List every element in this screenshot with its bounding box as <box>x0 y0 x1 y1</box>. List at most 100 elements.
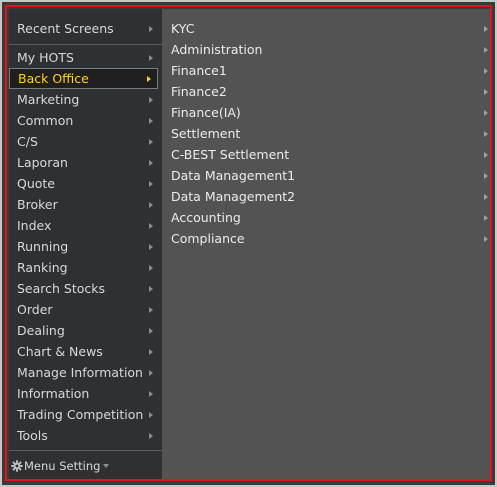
submenu-item-label: C-BEST Settlement <box>171 147 290 162</box>
sidebar-item-label: My HOTS <box>17 50 74 65</box>
submenu-item-label: Data Management2 <box>171 189 296 204</box>
gear-icon <box>11 460 23 472</box>
chevron-right-icon <box>149 243 153 250</box>
submenu-item-label: Compliance <box>171 231 245 246</box>
submenu-item-label: KYC <box>171 21 195 36</box>
chevron-right-icon <box>484 25 488 32</box>
menu-setting-button[interactable]: Menu Setting <box>9 452 162 480</box>
sidebar-item-label: Quote <box>17 176 56 191</box>
chevron-right-icon <box>484 193 488 200</box>
chevron-right-icon <box>484 46 488 53</box>
submenu-item-label: Accounting <box>171 210 241 225</box>
chevron-right-icon <box>149 264 153 271</box>
submenu-item-data-management1[interactable]: Data Management1 <box>162 165 492 186</box>
sidebar-item-label: Laporan <box>17 155 68 170</box>
divider <box>9 44 162 45</box>
submenu-item-label: Finance2 <box>171 84 227 99</box>
chevron-right-icon <box>149 138 153 145</box>
sidebar-item-label: Dealing <box>17 323 65 338</box>
submenu-item-finance-ia[interactable]: Finance(IA) <box>162 102 492 123</box>
sidebar-item-label: Tools <box>17 428 48 443</box>
sidebar-item-label: C/S <box>17 134 38 149</box>
chevron-right-icon <box>147 75 151 82</box>
submenu-item-accounting[interactable]: Accounting <box>162 207 492 228</box>
sidebar-item-cs[interactable]: C/S <box>9 131 162 152</box>
sidebar-item-broker[interactable]: Broker <box>9 194 162 215</box>
chevron-right-icon <box>149 369 153 376</box>
sidebar-item-label: Chart & News <box>17 344 103 359</box>
chevron-right-icon <box>484 130 488 137</box>
submenu-item-kyc[interactable]: KYC <box>162 18 492 39</box>
submenu-item-settlement[interactable]: Settlement <box>162 123 492 144</box>
sidebar-item-running[interactable]: Running <box>9 236 162 257</box>
chevron-right-icon <box>484 172 488 179</box>
chevron-right-icon <box>484 151 488 158</box>
sidebar-item-label: Trading Competition <box>17 407 144 422</box>
recent-screens-label: Recent Screens <box>17 21 114 36</box>
menu-window: Recent Screens My HOTS Back Office Marke… <box>0 0 497 487</box>
chevron-right-icon <box>484 67 488 74</box>
sidebar-item-dealing[interactable]: Dealing <box>9 320 162 341</box>
sidebar-item-back-office[interactable]: Back Office <box>9 68 158 89</box>
sidebar-item-chart-news[interactable]: Chart & News <box>9 341 162 362</box>
chevron-right-icon <box>484 235 488 242</box>
sidebar-item-trading-competition[interactable]: Trading Competition <box>9 404 162 425</box>
sidebar-item-ranking[interactable]: Ranking <box>9 257 162 278</box>
chevron-right-icon <box>149 54 153 61</box>
submenu-item-label: Administration <box>171 42 263 57</box>
sidebar-item-label: Running <box>17 239 69 254</box>
chevron-right-icon <box>149 159 153 166</box>
chevron-right-icon <box>149 432 153 439</box>
chevron-right-icon <box>149 222 153 229</box>
sidebar-item-label: Manage Information <box>17 365 143 380</box>
sidebar-item-label: Back Office <box>18 71 89 86</box>
sidebar-item-label: Broker <box>17 197 58 212</box>
sidebar-item-information[interactable]: Information <box>9 383 162 404</box>
sidebar-item-label: Ranking <box>17 260 68 275</box>
submenu-item-compliance[interactable]: Compliance <box>162 228 492 249</box>
chevron-right-icon <box>149 327 153 334</box>
chevron-right-icon <box>149 411 153 418</box>
sidebar-item-marketing[interactable]: Marketing <box>9 89 162 110</box>
sidebar-item-label: Common <box>17 113 74 128</box>
sidebar-item-label: Information <box>17 386 90 401</box>
submenu-item-label: Settlement <box>171 126 241 141</box>
sidebar-item-index[interactable]: Index <box>9 215 162 236</box>
submenu-item-label: Finance1 <box>171 63 227 78</box>
sidebar-item-label: Marketing <box>17 92 80 107</box>
divider <box>9 450 162 451</box>
chevron-right-icon <box>149 180 153 187</box>
sidebar-item-quote[interactable]: Quote <box>9 173 162 194</box>
recent-screens-item[interactable]: Recent Screens <box>9 17 162 41</box>
submenu-item-administration[interactable]: Administration <box>162 39 492 60</box>
caret-down-icon <box>103 464 110 468</box>
sidebar-item-common[interactable]: Common <box>9 110 162 131</box>
submenu-item-data-management2[interactable]: Data Management2 <box>162 186 492 207</box>
sidebar-item-search-stocks[interactable]: Search Stocks <box>9 278 162 299</box>
submenu-item-finance1[interactable]: Finance1 <box>162 60 492 81</box>
category-sidebar: Recent Screens My HOTS Back Office Marke… <box>9 9 162 481</box>
sidebar-item-label: Order <box>17 302 53 317</box>
submenu-item-label: Data Management1 <box>171 168 296 183</box>
chevron-right-icon <box>484 109 488 116</box>
chevron-right-icon <box>149 26 153 32</box>
chevron-right-icon <box>149 348 153 355</box>
sidebar-item-my-hots[interactable]: My HOTS <box>9 47 162 68</box>
menu-setting-label: Menu Setting <box>24 459 101 473</box>
sidebar-item-tools[interactable]: Tools <box>9 425 162 446</box>
sidebar-item-label: Search Stocks <box>17 281 106 296</box>
chevron-right-icon <box>149 117 153 124</box>
submenu-panel: KYC Administration Finance1 Finance2 Fin… <box>162 9 492 481</box>
sidebar-item-label: Index <box>17 218 52 233</box>
chevron-right-icon <box>484 88 488 95</box>
submenu-item-finance2[interactable]: Finance2 <box>162 81 492 102</box>
submenu-item-label: Finance(IA) <box>171 105 241 120</box>
sidebar-item-laporan[interactable]: Laporan <box>9 152 162 173</box>
chevron-right-icon <box>149 96 153 103</box>
sidebar-item-order[interactable]: Order <box>9 299 162 320</box>
submenu-item-cbest-settlement[interactable]: C-BEST Settlement <box>162 144 492 165</box>
chevron-right-icon <box>149 201 153 208</box>
sidebar-item-manage-information[interactable]: Manage Information <box>9 362 162 383</box>
chevron-right-icon <box>149 285 153 292</box>
chevron-right-icon <box>484 214 488 221</box>
